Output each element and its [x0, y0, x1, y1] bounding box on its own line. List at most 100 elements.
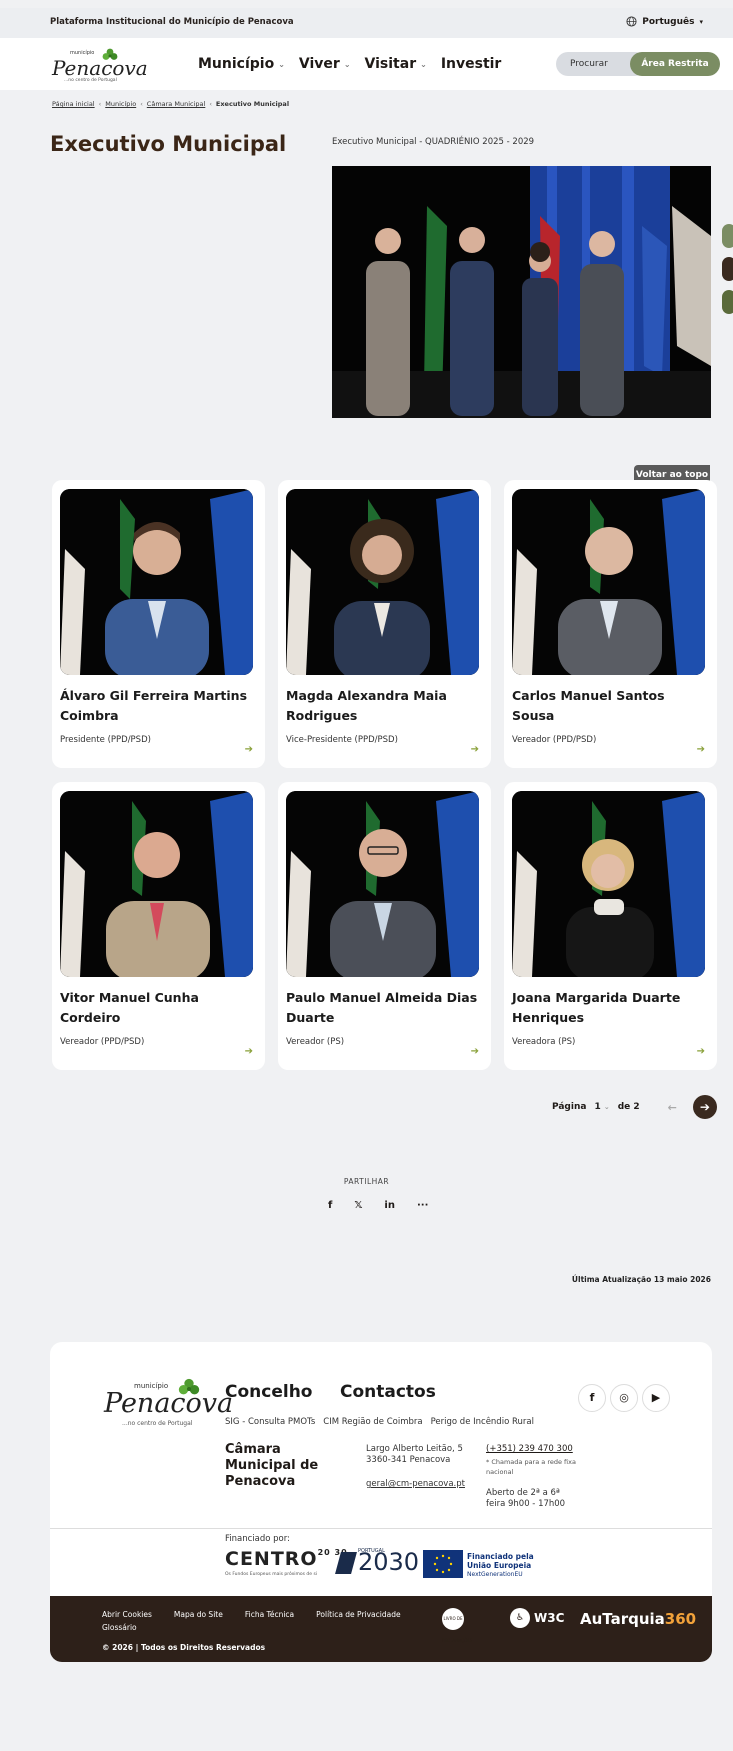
- member-photo: [512, 791, 705, 977]
- page-select[interactable]: 1 ⌄: [594, 1102, 609, 1112]
- eu-line2: União Europeia: [467, 1561, 532, 1570]
- centro-text: CENTRO: [225, 1548, 318, 1570]
- member-name: Joana Margarida Duarte Henriques: [512, 990, 681, 1025]
- group-photo-illustration: [332, 166, 711, 418]
- footer-link-sig[interactable]: SIG - Consulta PMOTs: [225, 1417, 315, 1427]
- autarquia360-logo[interactable]: AuTarquia360: [580, 1610, 696, 1628]
- nav-item-viver[interactable]: Viver ⌄: [299, 56, 351, 72]
- share-label: PARTILHAR: [343, 1177, 390, 1186]
- more-icon[interactable]: ···: [417, 1200, 428, 1211]
- member-photo: [60, 791, 253, 977]
- logo-tagline: ...no centro de Portugal: [122, 1420, 193, 1427]
- institution-label: Plataforma Institucional do Município de…: [50, 17, 294, 27]
- footer-phone-link[interactable]: (+351) 239 470 300: [486, 1444, 573, 1454]
- portugal2030-mark: [335, 1552, 357, 1574]
- facebook-button[interactable]: f: [578, 1384, 606, 1412]
- member-role: Vereador (PPD/PSD): [60, 1037, 145, 1047]
- last-update: Última Atualização 13 maio 2026: [571, 1275, 711, 1284]
- member-role: Presidente (PPD/PSD): [60, 735, 151, 745]
- footer-link-cim[interactable]: CIM Região de Coimbra: [323, 1417, 422, 1427]
- w3c-badge[interactable]: ♿ W3C: [510, 1608, 564, 1628]
- member-card[interactable]: Magda Alexandra Maia Rodrigues Vice-Pres…: [278, 480, 491, 768]
- autarquia-number: 360: [664, 1610, 697, 1628]
- breadcrumb-municipio[interactable]: Município: [105, 100, 136, 108]
- language-selector[interactable]: Português ▾: [626, 16, 703, 27]
- breadcrumb-camara[interactable]: Câmara Municipal: [147, 100, 206, 108]
- technical-sheet-link[interactable]: Ficha Técnica: [245, 1610, 294, 1619]
- side-chip-brown[interactable]: [722, 257, 733, 281]
- side-chip-green[interactable]: [722, 224, 733, 248]
- member-photo: [512, 489, 705, 675]
- arrow-left-icon[interactable]: ←: [668, 1101, 677, 1114]
- complaints-book-icon[interactable]: LIVRO DE RECLAMAÇÕES: [442, 1608, 472, 1643]
- member-role: Vereador (PPD/PSD): [512, 735, 597, 745]
- chevron-down-icon: ⌄: [420, 59, 427, 69]
- member-portrait: [286, 791, 479, 977]
- breadcrumb-separator: ‹: [140, 100, 143, 108]
- side-chip-olive[interactable]: [722, 290, 733, 314]
- member-name: Paulo Manuel Almeida Dias Duarte: [286, 990, 478, 1025]
- next-page-button[interactable]: ➔: [692, 1095, 717, 1119]
- privacy-policy-link[interactable]: Política de Privacidade: [316, 1610, 400, 1619]
- footer-email-link[interactable]: geral@cm-penacova.pt: [366, 1479, 465, 1489]
- footer-link-incendio[interactable]: Perigo de Incêndio Rural: [431, 1417, 534, 1427]
- footer-bottom-links: Abrir Cookies Mapa do Site Ficha Técnica…: [102, 1610, 401, 1619]
- member-portrait: [60, 489, 253, 675]
- accessibility-icon: ♿: [510, 1608, 530, 1628]
- logo-name: Penacova: [52, 56, 148, 80]
- portugal2030-small: PORTUGAL: [358, 1548, 385, 1554]
- logo-tagline: ...no centro de Portugal: [64, 78, 117, 83]
- member-role: Vice-Presidente (PPD/PSD): [286, 735, 398, 745]
- arrow-right-icon[interactable]: ➔: [697, 1046, 705, 1057]
- member-card[interactable]: Vitor Manuel Cunha Cordeiro Vereador (PP…: [52, 782, 265, 1070]
- member-portrait: [60, 791, 253, 977]
- member-portrait: [286, 489, 479, 675]
- globe-icon: [626, 16, 637, 27]
- arrow-right-icon[interactable]: ➔: [245, 1046, 253, 1057]
- footer-phone-note: * Chamada para a rede fixa nacional: [486, 1458, 576, 1476]
- open-cookies-link[interactable]: Abrir Cookies: [102, 1610, 152, 1619]
- nav-label: Investir: [440, 56, 502, 72]
- sitemap-link[interactable]: Mapa do Site: [174, 1610, 223, 1619]
- member-card[interactable]: Carlos Manuel Santos Sousa Vereador (PPD…: [504, 480, 717, 768]
- glossary-link[interactable]: Glossário: [102, 1623, 137, 1632]
- eu-stars-icon: [433, 1554, 453, 1574]
- member-card[interactable]: Paulo Manuel Almeida Dias Duarte Vereado…: [278, 782, 491, 1070]
- footer-logo[interactable]: município Penacova ...no centro de Portu…: [104, 1378, 233, 1428]
- breadcrumb-separator: ‹: [209, 100, 212, 108]
- instagram-button[interactable]: ◎: [610, 1384, 638, 1412]
- member-portrait: [512, 791, 705, 977]
- x-twitter-icon[interactable]: 𝕏: [354, 1200, 362, 1211]
- group-photo: [332, 166, 711, 418]
- eu-funding-text: Financiado pela União Europeia NextGener…: [467, 1552, 534, 1579]
- nav-item-municipio[interactable]: Município ⌄: [198, 56, 285, 72]
- member-photo: [286, 489, 479, 675]
- arrow-right-icon[interactable]: ➔: [697, 744, 705, 755]
- nav-item-visitar[interactable]: Visitar ⌄: [365, 56, 427, 72]
- site-logo[interactable]: município Penacova ...no centro de Portu…: [50, 48, 148, 84]
- member-card[interactable]: Álvaro Gil Ferreira Martins Coimbra Pres…: [52, 480, 265, 768]
- nav-item-investir[interactable]: Investir: [441, 56, 502, 72]
- arrow-right-icon[interactable]: ➔: [471, 744, 479, 755]
- member-photo: [60, 489, 253, 675]
- copyright: © 2026 | Todos os Direitos Reservados: [102, 1643, 266, 1652]
- breadcrumb-separator: ‹: [98, 100, 102, 108]
- linkedin-icon[interactable]: in: [384, 1200, 395, 1211]
- breadcrumb: Página inicial ‹ Município ‹ Câmara Muni…: [52, 100, 289, 108]
- breadcrumb-home[interactable]: Página inicial: [52, 100, 95, 108]
- chevron-down-icon: ▾: [699, 17, 703, 26]
- youtube-button[interactable]: ▶: [642, 1384, 670, 1412]
- centro-subtitle: Os Fundos Europeus mais próximos de si: [225, 1572, 318, 1577]
- arrow-right-icon[interactable]: ➔: [245, 744, 253, 755]
- restricted-area-button[interactable]: Área Restrita: [630, 52, 720, 76]
- clover-icon: [102, 48, 118, 60]
- member-card[interactable]: Joana Margarida Duarte Henriques Vereado…: [504, 782, 717, 1070]
- eu-line1: Financiado pela: [467, 1552, 534, 1561]
- member-name: Carlos Manuel Santos Sousa: [512, 688, 665, 723]
- member-photo: [286, 791, 479, 977]
- facebook-icon[interactable]: f: [328, 1200, 332, 1211]
- footer-concelho-title: Concelho: [225, 1382, 313, 1402]
- arrow-right-icon[interactable]: ➔: [471, 1046, 479, 1057]
- breadcrumb-current: Executivo Municipal: [215, 100, 290, 108]
- clover-icon: [178, 1378, 200, 1395]
